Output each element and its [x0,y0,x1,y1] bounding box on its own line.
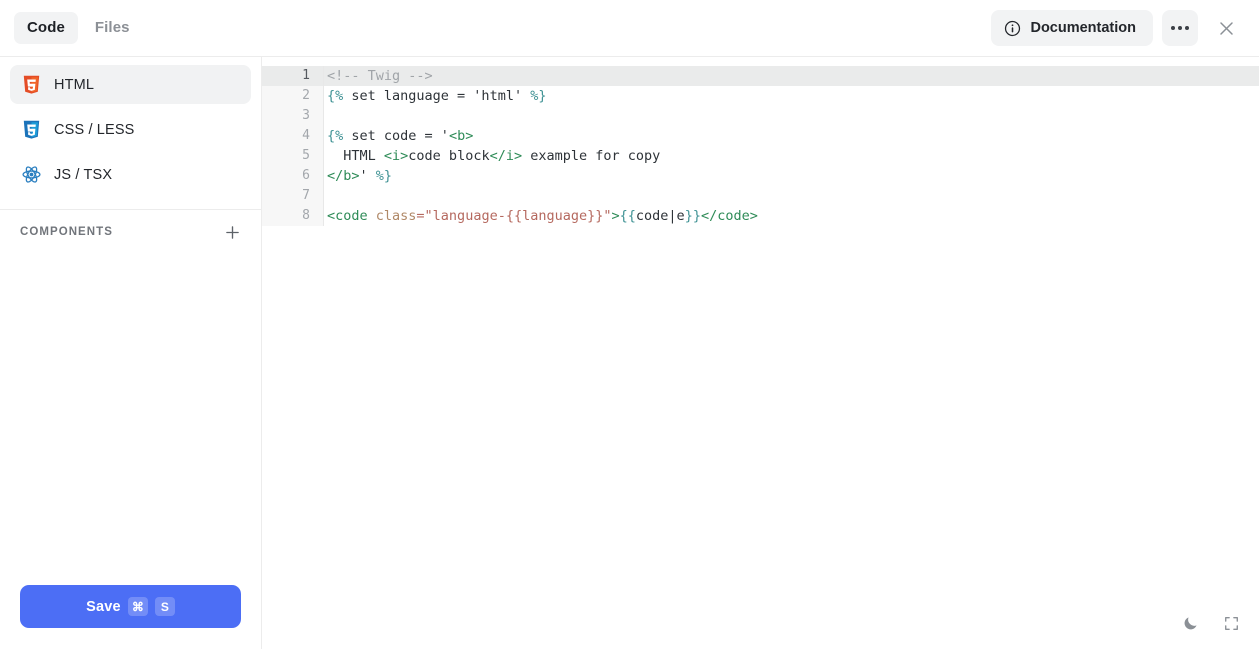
sidebar-item-js[interactable]: JS / TSX [10,155,251,194]
code-token-delim: {{ [619,208,636,224]
code-token-tag: <b> [448,128,474,144]
documentation-button[interactable]: Documentation [991,10,1153,46]
code-token-plain: code|e [635,208,685,224]
sidebar-item-label: CSS / LESS [54,121,135,138]
code-token-tag: </b> [327,168,360,184]
code-token-plain: code block [408,148,490,164]
code-token-tag: <i> [383,148,409,164]
line-number: 8 [262,206,324,226]
fullscreen-toggle[interactable] [1217,609,1245,637]
code-line[interactable]: 3 [262,106,1259,126]
line-number: 4 [262,126,324,146]
info-circle-icon [1004,20,1021,37]
code-line[interactable]: 2 {% set language = 'html' %} [262,86,1259,106]
line-number: 2 [262,86,324,106]
editor-tools [1177,609,1245,637]
close-icon [1217,19,1236,38]
add-component-button[interactable] [221,221,243,243]
code-token-delim: %} [530,88,547,104]
code-line[interactable]: 1 <!-- Twig --> [262,66,1259,86]
ellipsis-icon [1171,26,1189,30]
tab-code[interactable]: Code [14,12,78,44]
sidebar-item-label: JS / TSX [54,166,113,183]
code-line-content[interactable] [324,106,1259,126]
code-editor-window: Code Files Documentation HTML CSS / LESS… [0,0,1259,649]
code-lines[interactable]: 1 <!-- Twig --> 2 {% set language = 'html' … [262,57,1259,649]
code-line[interactable]: 8 <code class="language-{{language}}">{{c… [262,206,1259,226]
code-token-delim: {% [327,88,344,104]
sidebar-nav: HTML CSS / LESS JS / TSX [0,65,261,200]
code-editor[interactable]: 1 <!-- Twig --> 2 {% set language = 'html' … [262,57,1259,649]
code-line-content[interactable]: <code class="language-{{language}}">{{co… [324,206,1259,226]
code-line[interactable]: 4 {% set code = '<b> [262,126,1259,146]
code-token-plain: set language = 'html' [343,88,531,104]
code-token-plain: ' [359,168,376,184]
code-line-content[interactable]: <!-- Twig --> [324,66,1259,86]
shortcut-modifier-key: ⌘ [127,597,148,616]
code-token-tag: </i> [489,148,523,164]
line-number: 1 [262,66,324,86]
save-button-container: Save ⌘ S [0,585,261,649]
code-token-plain: example for copy [522,148,661,164]
line-number: 7 [262,186,324,206]
code-token-delim: %} [375,168,393,184]
fullscreen-icon [1223,615,1240,632]
line-number: 3 [262,106,324,126]
code-token-plain: set code = ' [343,128,449,144]
window-body: HTML CSS / LESS JS / TSX COMPONENTS Save… [0,57,1259,649]
code-line[interactable]: 6 </b>' %} [262,166,1259,186]
code-token-tag: </code> [700,208,758,224]
header-actions: Documentation [991,10,1243,46]
code-token-comment: <!-- Twig --> [327,68,433,84]
moon-icon [1182,614,1200,632]
close-button[interactable] [1209,11,1243,45]
code-token-delim: {% [327,128,344,144]
code-line-content[interactable]: HTML <i>code block</i> example for copy [324,146,1259,166]
sidebar-item-css[interactable]: CSS / LESS [10,110,251,149]
code-line-content[interactable]: {% set code = '<b> [324,126,1259,146]
sidebar-item-label: HTML [54,76,95,93]
header-tabs: Code Files [14,12,143,44]
documentation-label: Documentation [1030,20,1136,36]
react-icon [20,164,42,186]
line-number: 5 [262,146,324,166]
save-button-label: Save [86,598,121,615]
components-section-title: COMPONENTS [20,226,113,238]
code-line[interactable]: 5 HTML <i>code block</i> example for cop… [262,146,1259,166]
code-line-content[interactable]: {% set language = 'html' %} [324,86,1259,106]
dark-mode-toggle[interactable] [1177,609,1205,637]
code-line[interactable]: 7 [262,186,1259,206]
html5-icon [20,74,42,96]
sidebar: HTML CSS / LESS JS / TSX COMPONENTS Save… [0,57,262,649]
code-token-string: ="language-{{language}}" [416,208,612,224]
code-token-delim: }} [684,208,701,224]
line-number: 6 [262,166,324,186]
css3-icon [20,119,42,141]
more-options-button[interactable] [1162,10,1198,46]
tab-files[interactable]: Files [82,12,143,44]
plus-icon [224,224,241,241]
save-button[interactable]: Save ⌘ S [20,585,241,628]
code-token-plain: HTML [327,148,384,164]
code-token-attr: class [375,208,417,224]
code-line-content[interactable]: </b>' %} [324,166,1259,186]
code-line-content[interactable] [324,186,1259,206]
components-section-header: COMPONENTS [0,210,261,254]
sidebar-item-html[interactable]: HTML [10,65,251,104]
code-token-tag: > [611,208,620,224]
sidebar-components-list [0,254,261,585]
code-token-tag: <code [327,208,368,224]
window-header: Code Files Documentation [0,0,1259,57]
shortcut-key: S [154,597,175,616]
